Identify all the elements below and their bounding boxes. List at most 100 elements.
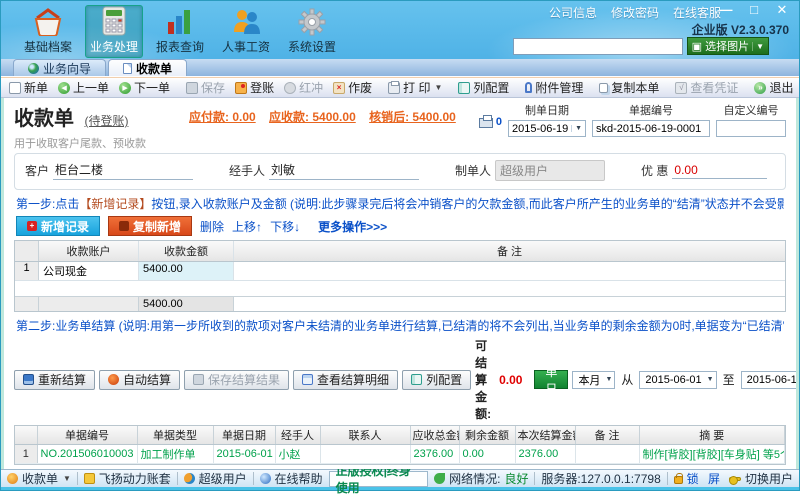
bill-no-value[interactable]: skd-2015-06-19-0001 [592, 120, 710, 137]
close-button[interactable]: ✕ [773, 2, 791, 18]
minimize-button[interactable]: — [717, 2, 735, 18]
bill-no-cell[interactable]: NO.201506010003 [37, 444, 138, 464]
lock-screen-button[interactable]: 锁 屏 [673, 470, 723, 487]
footer-remark [234, 297, 785, 311]
ledger-icon [235, 81, 248, 94]
nav-label: 报表查询 [155, 40, 204, 54]
tab-receipt[interactable]: 收款单 [108, 59, 188, 76]
auto-settle-button[interactable]: 自动结算 [99, 369, 181, 390]
handler-cell[interactable]: 小赵 [275, 444, 321, 464]
move-up-link[interactable]: 上移↑ [232, 218, 262, 235]
table-row[interactable]: 1 NO.201506010003 加工制作单 2015-06-01 小赵 23… [15, 444, 785, 464]
receipt-icon [7, 473, 18, 484]
row-number-header [15, 426, 38, 445]
account-cell[interactable]: 公司现金 [39, 262, 139, 280]
row-number-header [15, 241, 39, 261]
image-path-input[interactable] [512, 37, 683, 55]
basket-icon [31, 6, 65, 36]
delete-link[interactable]: 删除 [200, 218, 224, 235]
header-fields: 0 制单日期 2015-06-19 ▼ 单据编号 skd-2015-06-19-0… [478, 102, 786, 137]
customer-label: 客户 [25, 164, 50, 178]
image-picker: ▣ 选择图片 ▼ [512, 37, 769, 55]
copy-add-button[interactable]: 复制新增 [108, 216, 193, 236]
total-cell[interactable]: 2376.00 [410, 444, 460, 464]
network-icon [434, 473, 446, 484]
bill-no-header: 单据编号 [37, 426, 138, 445]
prev-bill-button[interactable]: ◀ 上一单 [54, 78, 113, 97]
new-bill-button[interactable]: 新单 [5, 78, 52, 97]
recalculate-button[interactable]: 重新结算 [14, 369, 96, 390]
customer-input[interactable]: 柜台二楼 [53, 161, 194, 180]
nav-label: 业务处理 [89, 40, 138, 54]
print-count: 0 [495, 116, 502, 128]
current-user[interactable]: 超级用户 [183, 470, 247, 487]
settle-header: 本次结算金额 [515, 426, 576, 445]
date-header: 单据日期 [213, 426, 276, 445]
bill-date-select[interactable]: 2015-06-19 ▼ [508, 120, 586, 137]
nav-item-hr-payroll[interactable]: 人事工资 [217, 5, 275, 58]
settle-cell[interactable]: 2376.00 [515, 444, 576, 464]
column-config-button2[interactable]: 列配置 [402, 369, 472, 390]
order-date-button[interactable]: 下单日期 [534, 348, 569, 413]
copy-bill-button[interactable]: 复制本单 [595, 78, 663, 97]
discount-input[interactable]: 0.00 [672, 163, 768, 179]
post-account-button[interactable]: 登账 [231, 78, 278, 97]
arrow-left-icon: ◀ [58, 81, 71, 94]
columns-icon [458, 81, 471, 94]
account-header: 收款账户 [39, 241, 139, 261]
move-down-link[interactable]: 下移↓ [270, 218, 300, 235]
summary-cell[interactable]: 制作[背胶][背胶][车身贴] 等5个项目 [639, 444, 785, 464]
void-button[interactable]: × 作废 [329, 78, 376, 97]
image-icon: ▣ [691, 40, 703, 53]
more-actions-link[interactable]: 更多操作>>> [318, 218, 387, 235]
date-cell[interactable]: 2015-06-01 [213, 444, 276, 464]
table-row[interactable]: 1 公司现金 5400.00 [15, 262, 785, 281]
server-address: 服务器:127.0.0.1:7798 [541, 472, 661, 486]
maximize-button[interactable]: □ [745, 2, 763, 18]
settlement-grid: 单据编号 单据类型 单据日期 经手人 联系人 应收总金额 剩余金额 本次结算金额… [15, 426, 785, 464]
remark-cell[interactable] [234, 262, 785, 280]
nav-item-settings[interactable]: 系统设置 [283, 5, 341, 58]
attachment-button[interactable]: 附件管理 [521, 78, 587, 97]
print-button[interactable]: 打 印 ▼ [384, 78, 446, 97]
remain-cell[interactable]: 0.00 [459, 444, 516, 464]
bar-chart-icon [166, 6, 194, 36]
exit-button[interactable]: » 退出 [750, 78, 797, 97]
nav-item-reports[interactable]: 报表查询 [151, 5, 209, 58]
paperclip-icon [525, 82, 533, 93]
switch-user-button[interactable]: 切换用户 [728, 470, 793, 487]
custom-no-input[interactable] [716, 120, 786, 137]
handler-input[interactable]: 刘敏 [269, 161, 420, 180]
nav-item-business[interactable]: 业务处理 [85, 5, 143, 58]
globe-icon [28, 62, 39, 74]
add-record-button[interactable]: + 新增记录 [16, 216, 101, 236]
current-doc-menu[interactable]: 收款单 ▼ [7, 470, 71, 487]
online-help[interactable]: 在线帮助 [259, 470, 323, 487]
contact-cell[interactable] [320, 444, 411, 464]
account-set[interactable]: 飞扬动力账套 [83, 470, 171, 487]
step1-actions: + 新增记录 复制新增 删除 上移↑ 下移↓ 更多操作>>> [16, 216, 784, 236]
top-navigation: 公司信息 修改密码 在线客服 — □ ✕ 基础档案 业务处理 报表查询 人事工资… [1, 1, 799, 59]
amount-cell[interactable]: 5400.00 [139, 262, 234, 280]
from-date-select[interactable]: 2015-06-01 ▼ [639, 370, 717, 389]
to-date-select[interactable]: 2015-06-19▼ [740, 370, 796, 389]
save-settle-button: 保存结算结果 [184, 369, 290, 390]
pick-image-button[interactable]: ▣ 选择图片 ▼ [686, 37, 769, 55]
total-header: 应收总金额 [410, 426, 460, 445]
type-cell[interactable]: 加工制作单 [137, 444, 214, 464]
view-settle-detail-button[interactable]: 查看结算明细 [293, 369, 399, 390]
change-password-link[interactable]: 修改密码 [611, 4, 659, 21]
printer-icon[interactable] [478, 115, 493, 128]
column-config-button[interactable]: 列配置 [454, 78, 513, 97]
nav-item-basic-archive[interactable]: 基础档案 [19, 5, 77, 58]
remark-cell[interactable] [575, 444, 640, 464]
step1-instruction: 第一步:点击【新增记录】按钮,录入收款账户及金额 (说明:此步骤录完后将会冲销客… [16, 197, 784, 211]
company-info-link[interactable]: 公司信息 [549, 4, 597, 21]
status-bar: 收款单 ▼ 飞扬动力账套 超级用户 在线帮助 正版授权|终身使用 网络情况: 良好 … [1, 464, 799, 495]
red-reverse-button: 红冲 [280, 78, 327, 97]
tab-business-wizard[interactable]: 业务向导 [13, 59, 107, 76]
recalc-icon [23, 374, 34, 385]
online-service-link[interactable]: 在线客服 [673, 4, 721, 21]
period-select[interactable]: 本月 ▼ [572, 370, 616, 389]
next-bill-button[interactable]: ▶ 下一单 [115, 78, 174, 97]
